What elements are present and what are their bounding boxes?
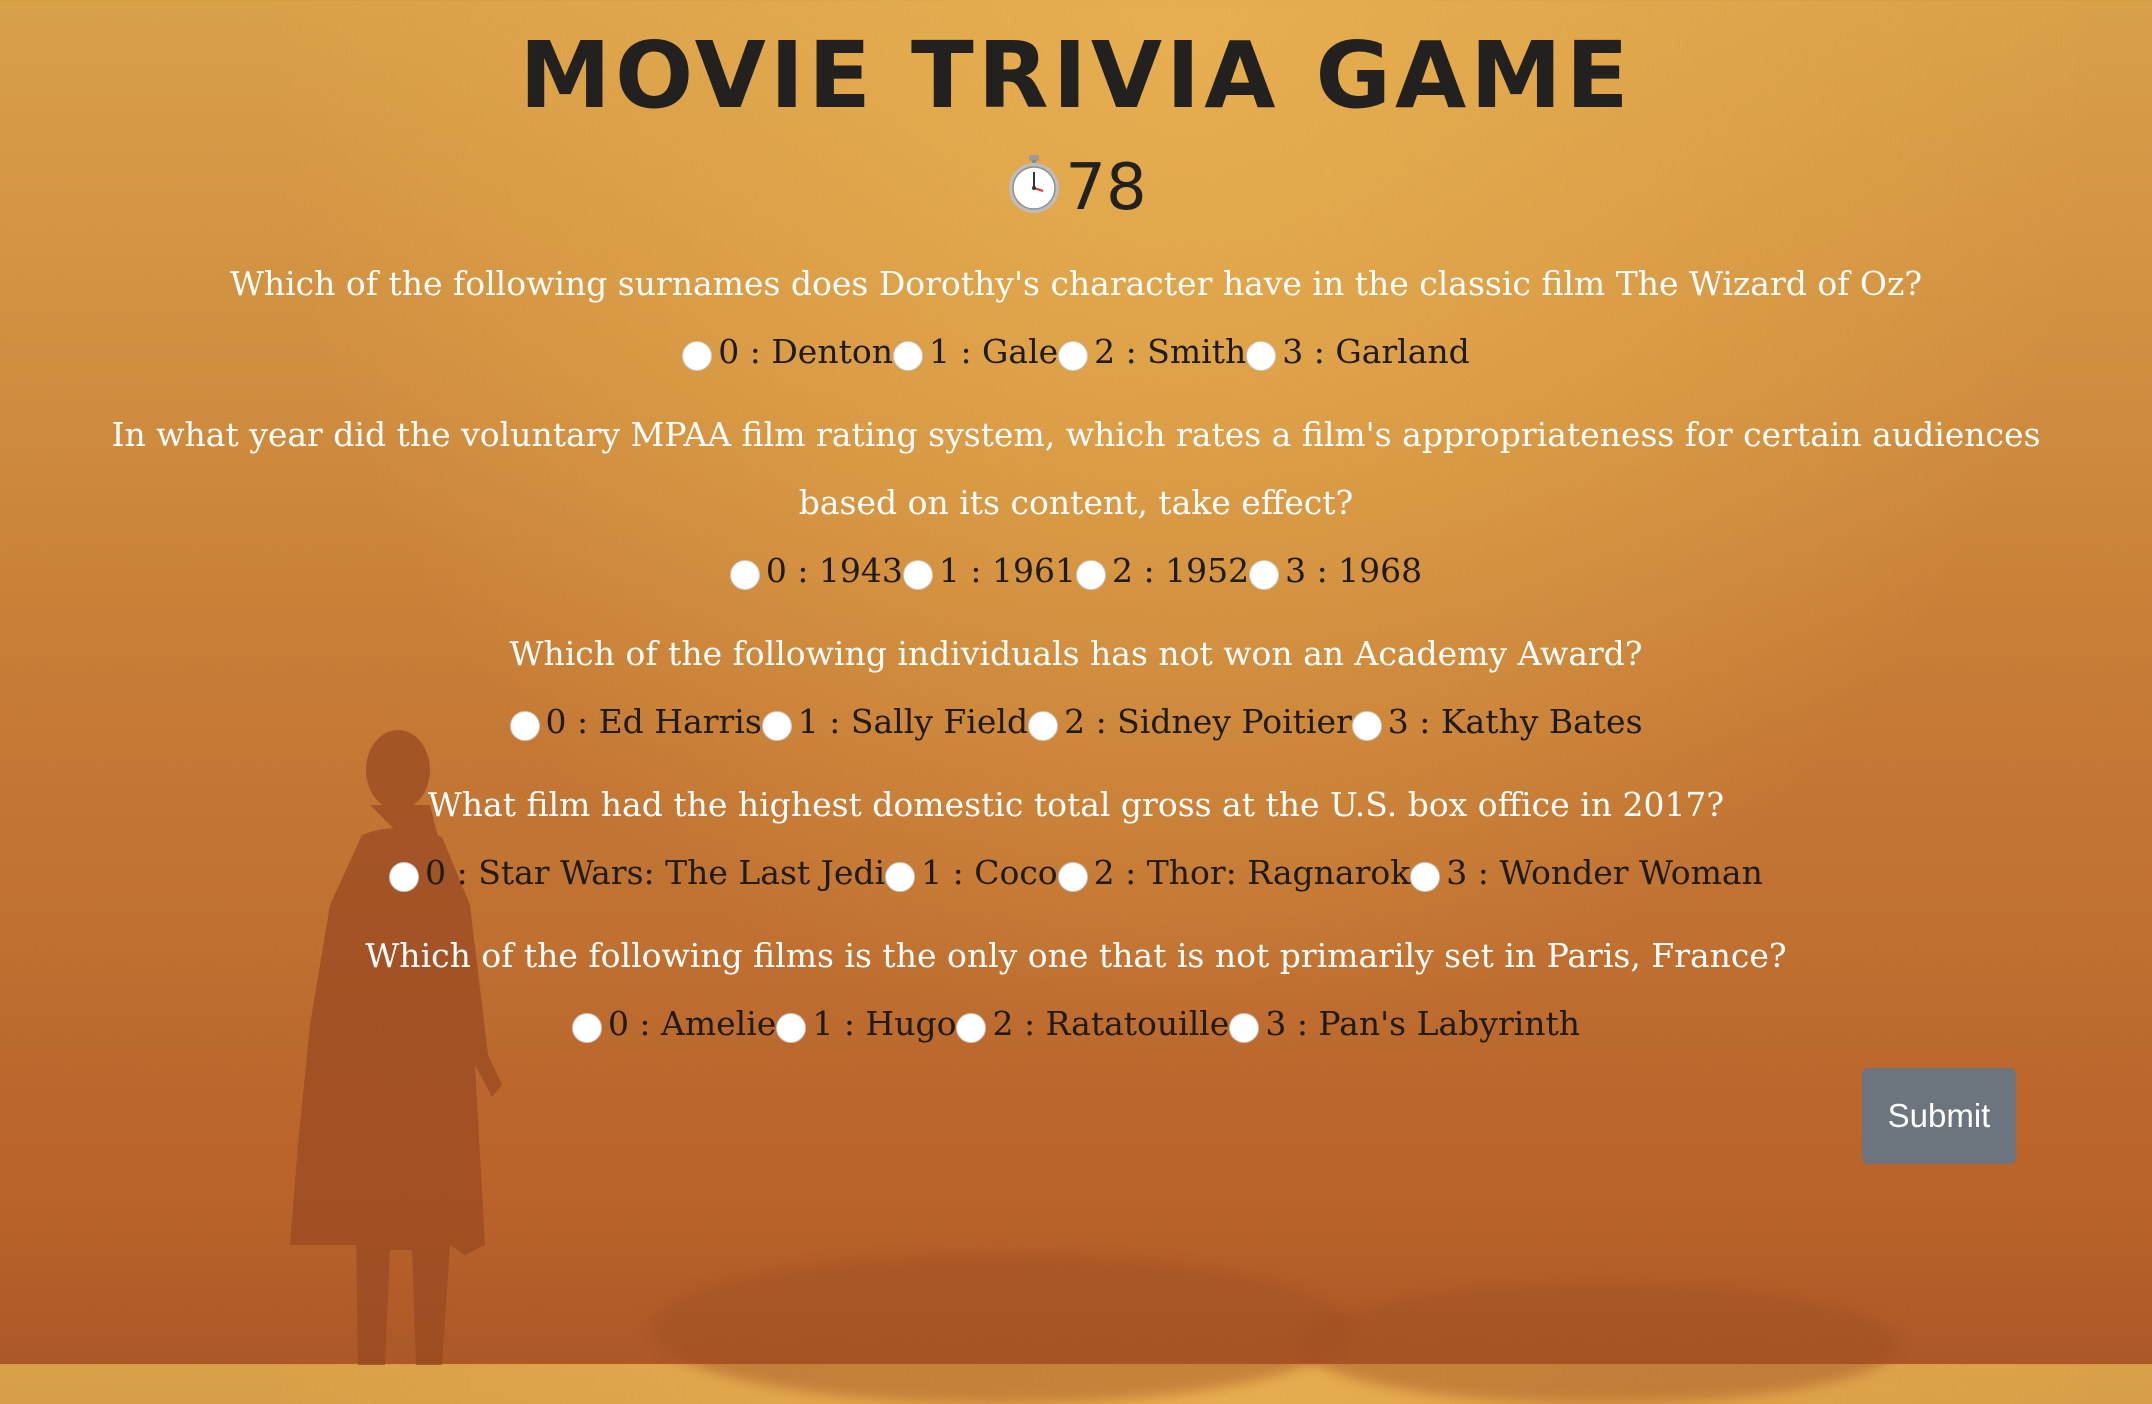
option-label: 0 : Denton	[718, 332, 893, 371]
background-dune	[650, 1254, 1350, 1404]
answer-options: 0 : 1943 1 : 1961 2 : 1952 3 : 1968	[0, 537, 2152, 605]
radio-button[interactable]	[761, 711, 792, 741]
option-label: 2 : Thor: Ragnarok	[1093, 853, 1411, 892]
answer-option[interactable]: 2 : Ratatouille	[956, 990, 1229, 1058]
timer-value: 78	[1065, 151, 1147, 225]
radio-button[interactable]	[1229, 1013, 1260, 1043]
option-label: 1 : Gale	[928, 332, 1059, 371]
answer-option[interactable]: 1 : Gale	[892, 318, 1059, 386]
radio-button[interactable]	[1076, 560, 1106, 590]
question-text: In what year did the voluntary MPAA film…	[111, 415, 2041, 522]
radio-button[interactable]	[892, 341, 923, 371]
radio-button[interactable]	[682, 341, 713, 371]
answer-options: 0 : Denton 1 : Gale 2 : Smith 3 : Garland	[0, 318, 2152, 386]
answer-option[interactable]: 3 : Wonder Woman	[1410, 839, 1763, 907]
radio-button[interactable]	[571, 1013, 602, 1043]
option-label: 1 : Sally Field	[797, 702, 1029, 741]
answer-option[interactable]: 1 : Sally Field	[761, 688, 1029, 756]
answer-option[interactable]: 2 : Thor: Ragnarok	[1057, 839, 1411, 907]
option-label: 3 : Kathy Bates	[1387, 702, 1643, 741]
option-label: 0 : Star Wars: The Last Jedi	[425, 853, 886, 892]
radio-button[interactable]	[1057, 862, 1088, 892]
radio-button[interactable]	[389, 862, 420, 892]
option-label: 2 : 1952	[1112, 551, 1250, 590]
answer-option[interactable]: 2 : Sidney Poitier	[1028, 688, 1352, 756]
answer-option[interactable]: 0 : Amelie	[571, 990, 777, 1058]
radio-button[interactable]	[956, 1013, 987, 1043]
question-text: What film had the highest domestic total…	[427, 785, 1725, 824]
answer-options: 0 : Ed Harris 1 : Sally Field 2 : Sidney P…	[0, 688, 2152, 756]
question-text: Which of the following films is the only…	[365, 936, 1787, 975]
radio-button[interactable]	[776, 1013, 807, 1043]
option-label: 3 : 1968	[1285, 551, 1423, 590]
option-label: 0 : 1943	[765, 551, 903, 590]
answer-option[interactable]: 3 : Kathy Bates	[1351, 688, 1643, 756]
option-label: 0 : Ed Harris	[545, 702, 762, 741]
question-text: Which of the following individuals has n…	[509, 634, 1643, 673]
option-label: 0 : Amelie	[607, 1004, 777, 1043]
question-list: Which of the following surnames does Dor…	[0, 250, 2152, 1073]
radio-button[interactable]	[1028, 711, 1059, 741]
answer-option[interactable]: 3 : Pan's Labyrinth	[1229, 990, 1580, 1058]
answer-option[interactable]: 0 : Denton	[682, 318, 893, 386]
radio-button[interactable]	[1249, 560, 1280, 590]
option-label: 2 : Smith	[1094, 332, 1247, 371]
option-label: 3 : Wonder Woman	[1446, 853, 1763, 892]
radio-button[interactable]	[1058, 341, 1089, 371]
question-text: Which of the following surnames does Dor…	[229, 264, 1923, 303]
answer-option[interactable]: 0 : 1943	[729, 537, 903, 605]
radio-button[interactable]	[1351, 711, 1382, 741]
option-label: 2 : Sidney Poitier	[1064, 702, 1352, 741]
radio-button[interactable]	[902, 560, 933, 590]
countdown-timer: 78	[0, 148, 2152, 228]
option-label: 1 : Hugo	[812, 1004, 957, 1043]
answer-option[interactable]: 3 : 1968	[1249, 537, 1422, 605]
answer-option[interactable]: 2 : Smith	[1058, 318, 1246, 386]
option-label: 3 : Pan's Labyrinth	[1265, 1004, 1581, 1043]
answer-option[interactable]: 2 : 1952	[1076, 537, 1249, 605]
radio-button[interactable]	[729, 560, 760, 590]
radio-button[interactable]	[1246, 341, 1277, 371]
answer-option[interactable]: 3 : Garland	[1246, 318, 1470, 386]
page-title: MOVIE TRIVIA GAME	[519, 22, 1633, 129]
radio-button[interactable]	[1410, 862, 1441, 892]
answer-options: 0 : Amelie 1 : Hugo 2 : Ratatouille 3 : Pan…	[0, 990, 2152, 1058]
option-label: 1 : Coco	[921, 853, 1058, 892]
radio-button[interactable]	[509, 711, 540, 741]
answer-option[interactable]: 1 : Coco	[885, 839, 1058, 907]
answer-option[interactable]: 1 : Hugo	[776, 990, 956, 1058]
option-label: 1 : 1961	[938, 551, 1076, 590]
option-label: 2 : Ratatouille	[992, 1004, 1230, 1043]
option-label: 3 : Garland	[1282, 332, 1470, 371]
answer-option[interactable]: 0 : Ed Harris	[509, 688, 762, 756]
background-dune	[1300, 1284, 1900, 1404]
answer-options: 0 : Star Wars: The Last Jedi 1 : Coco 2 : …	[0, 839, 2152, 907]
answer-option[interactable]: 0 : Star Wars: The Last Jedi	[389, 839, 885, 907]
radio-button[interactable]	[885, 862, 916, 892]
stopwatch-icon	[1005, 153, 1063, 213]
answer-option[interactable]: 1 : 1961	[902, 537, 1076, 605]
submit-button[interactable]: Submit	[1862, 1068, 2016, 1164]
